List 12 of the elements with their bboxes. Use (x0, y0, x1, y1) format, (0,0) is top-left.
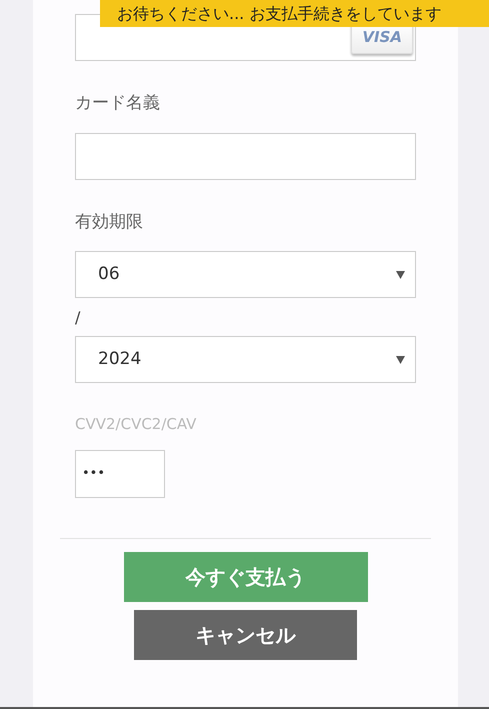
name-field[interactable] (75, 132, 416, 180)
dropdown-caret-icon (396, 270, 405, 278)
field-label: CVV2/CVC2/CAV (75, 414, 198, 435)
year-select[interactable]: 2024 (75, 336, 416, 383)
month-select[interactable]: 06 (75, 251, 416, 298)
separator-text: / (75, 307, 82, 329)
dropdown-caret-icon (396, 356, 405, 364)
field-label: 有効期限 (75, 210, 144, 234)
cvv-field[interactable]: ••• (75, 450, 165, 498)
field-label: カード名義 (75, 92, 161, 115)
payment-status-toast: お待ちください... お支払手続きをしています (100, 0, 489, 27)
cancel-button[interactable]: キャンセル (134, 610, 357, 660)
